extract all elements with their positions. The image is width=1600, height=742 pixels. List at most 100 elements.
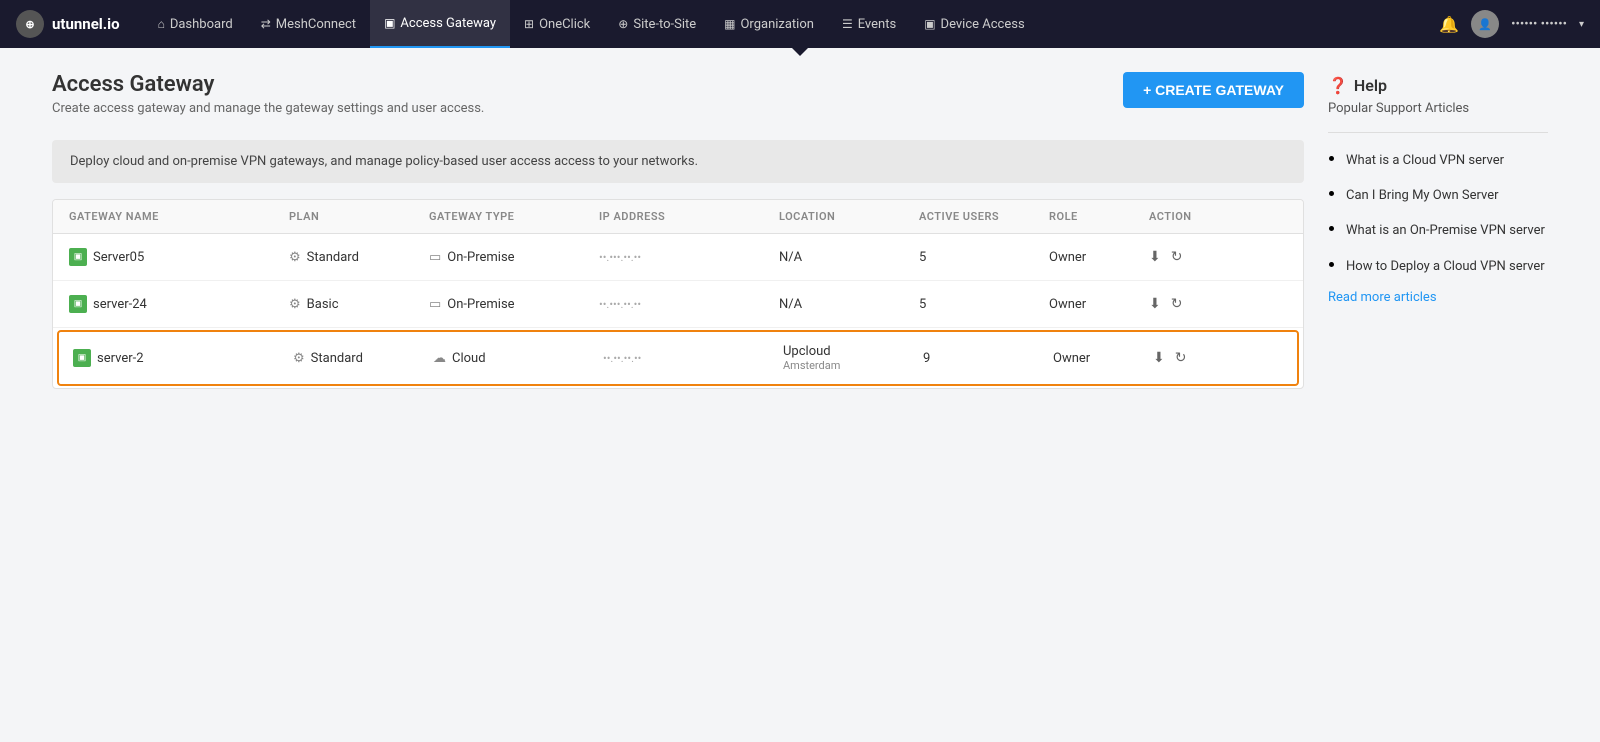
col-header-action: ACTION [1149,210,1249,223]
help-title-text: Help [1354,76,1387,95]
help-article-item-3: How to Deploy a Cloud VPN server [1346,255,1548,276]
help-panel: ❓ Help Popular Support Articles What is … [1328,72,1548,309]
cell-plan-0: ⚙ Standard [289,250,429,265]
help-article-link-3[interactable]: How to Deploy a Cloud VPN server [1346,259,1545,274]
download-icon-2[interactable]: ⬇ [1153,350,1165,366]
create-gateway-button[interactable]: + CREATE GATEWAY [1123,72,1304,108]
table-row[interactable]: ▣ Server05 ⚙ Standard ▭ On-Premise ••.••… [53,234,1303,281]
plan-icon-2: ⚙ [293,351,305,366]
sidebar-item-oneclick[interactable]: ⊞ OneClick [510,0,604,48]
help-icon: ❓ [1328,76,1348,95]
cell-plan-1: ⚙ Basic [289,297,429,312]
sidebar-item-events[interactable]: ☰ Events [828,0,910,48]
access-gateway-icon: ▣ [384,16,395,30]
cell-type-0: ▭ On-Premise [429,250,599,265]
download-icon-1[interactable]: ⬇ [1149,296,1161,312]
username[interactable]: •••••• •••••• [1511,17,1567,32]
organization-icon: ▦ [724,17,735,31]
help-article-link-2[interactable]: What is an On-Premise VPN server [1346,223,1545,238]
info-banner: Deploy cloud and on-premise VPN gateways… [52,140,1304,183]
device-access-icon: ▣ [924,17,935,31]
gateway-type-icon-1: ▭ [429,297,441,312]
help-article-item-1: Can I Bring My Own Server [1346,184,1548,205]
info-banner-text: Deploy cloud and on-premise VPN gateways… [70,154,698,169]
cell-users-0: 5 [919,250,1049,265]
ip-address-2: ••.••.••.•• [603,352,641,365]
cell-name-1: ▣ server-24 [69,295,289,313]
meshconnect-icon: ⇄ [261,17,271,31]
nav-label-device-access: Device Access [941,17,1025,32]
gateway-type-1: On-Premise [447,297,514,312]
help-title: ❓ Help [1328,76,1548,95]
nav-label-dashboard: Dashboard [170,17,233,32]
location-main-1: N/A [779,297,802,312]
cell-actions-0: ⬇ ↻ [1149,249,1249,265]
plan-icon-0: ⚙ [289,250,301,265]
page-subtitle: Create access gateway and manage the gat… [52,101,484,116]
location-cell-1: N/A [779,297,802,312]
cell-ip-1: ••.•••.••.•• [599,298,779,311]
read-more-link[interactable]: Read more articles [1328,290,1548,305]
nav-right: 🔔 👤 •••••• •••••• ▾ [1439,10,1584,38]
location-main-0: N/A [779,250,802,265]
active-users-2: 9 [923,351,930,366]
page-title-group: Access Gateway Create access gateway and… [52,72,484,116]
gateway-type-icon-2: ☁ [433,351,446,366]
cell-plan-2: ⚙ Standard [293,351,433,366]
table-row[interactable]: ▣ server-24 ⚙ Basic ▭ On-Premise ••.•••.… [53,281,1303,328]
server-status-icon-2: ▣ [73,349,91,367]
refresh-icon-2[interactable]: ↻ [1175,350,1187,366]
dashboard-icon: ⌂ [158,17,165,31]
help-article-link-1[interactable]: Can I Bring My Own Server [1346,188,1499,203]
server-status-icon-1: ▣ [69,295,87,313]
ip-address-0: ••.•••.••.•• [599,251,641,264]
role-0: Owner [1049,250,1086,265]
location-cell-0: N/A [779,250,802,265]
avatar: 👤 [1471,10,1499,38]
site-to-site-icon: ⊕ [618,17,628,31]
nav-label-oneclick: OneClick [539,17,590,32]
cell-role-2: Owner [1053,351,1153,366]
plan-icon-1: ⚙ [289,297,301,312]
role-2: Owner [1053,351,1090,366]
notification-bell[interactable]: 🔔 [1439,15,1459,34]
gateway-type-0: On-Premise [447,250,514,265]
refresh-icon-0[interactable]: ↻ [1171,249,1183,265]
table-row[interactable]: ▣ server-2 ⚙ Standard ☁ Cloud ••.••.••.•… [57,330,1299,386]
help-articles: What is a Cloud VPN server Can I Bring My… [1328,149,1548,276]
help-article-item-0: What is a Cloud VPN server [1346,149,1548,170]
active-users-1: 5 [919,297,926,312]
download-icon-0[interactable]: ⬇ [1149,249,1161,265]
sidebar-item-access-gateway[interactable]: ▣ Access Gateway [370,0,510,48]
sidebar-item-dashboard[interactable]: ⌂ Dashboard [144,0,247,48]
cell-users-2: 9 [923,351,1053,366]
active-nav-arrow [792,48,808,56]
oneclick-icon: ⊞ [524,17,534,31]
cell-role-0: Owner [1049,250,1149,265]
user-menu-caret[interactable]: ▾ [1579,19,1584,30]
gateway-table: GATEWAY NAMEPLANGATEWAY TYPEIP ADDRESSLO… [52,199,1304,389]
refresh-icon-1[interactable]: ↻ [1171,296,1183,312]
col-header-role: ROLE [1049,210,1149,223]
cell-location-1: N/A [779,297,919,312]
active-users-0: 5 [919,250,926,265]
nav-label-events: Events [858,17,896,32]
sidebar-item-organization[interactable]: ▦ Organization [710,0,828,48]
sidebar: ❓ Help Popular Support Articles What is … [1328,72,1548,389]
events-icon: ☰ [842,17,853,31]
sidebar-item-site-to-site[interactable]: ⊕ Site-to-Site [604,0,710,48]
col-header-plan: PLAN [289,210,429,223]
sidebar-item-meshconnect[interactable]: ⇄ MeshConnect [247,0,370,48]
role-1: Owner [1049,297,1086,312]
page-title: Access Gateway [52,72,484,97]
plan-name-0: Standard [307,250,359,265]
nav-label-site-to-site: Site-to-Site [633,17,696,32]
sidebar-item-device-access[interactable]: ▣ Device Access [910,0,1038,48]
col-header-location: LOCATION [779,210,919,223]
cell-ip-2: ••.••.••.•• [603,352,783,365]
col-header-gateway-name: GATEWAY NAME [69,210,289,223]
help-article-link-0[interactable]: What is a Cloud VPN server [1346,153,1504,168]
gateway-type-icon-0: ▭ [429,250,441,265]
cell-actions-2: ⬇ ↻ [1153,350,1253,366]
app-logo[interactable]: ⊕ utunnel.io [16,10,120,38]
